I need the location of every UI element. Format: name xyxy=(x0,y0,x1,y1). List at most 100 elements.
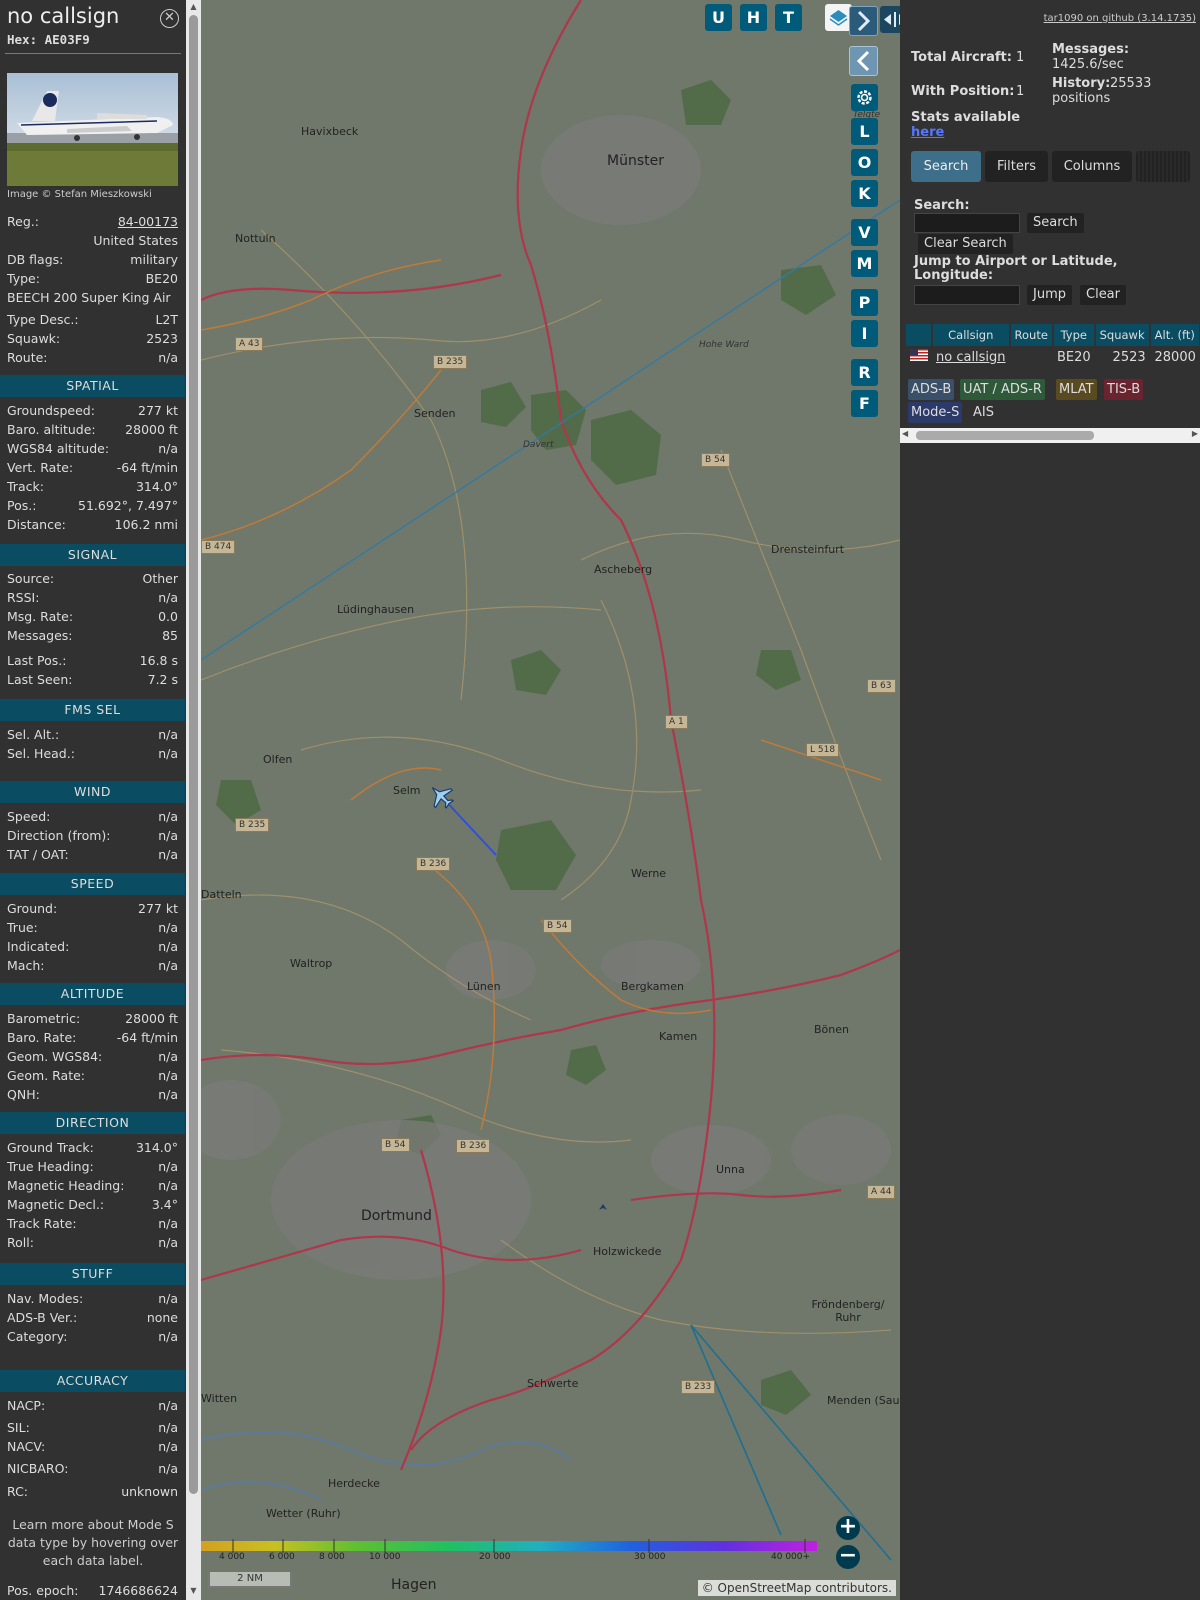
registration-link[interactable]: 84-00173 xyxy=(118,213,178,231)
data-label[interactable]: RC: xyxy=(7,1483,28,1501)
data-label[interactable]: Track Rate: xyxy=(7,1215,77,1233)
data-label[interactable]: Groundspeed: xyxy=(7,402,95,420)
map-key-l[interactable]: L xyxy=(851,118,878,145)
data-label[interactable]: Magnetic Heading: xyxy=(7,1177,124,1195)
chip-adsb[interactable]: ADS-B xyxy=(908,379,955,400)
settings-gear-icon[interactable] xyxy=(851,84,878,111)
chip-ais[interactable]: AIS xyxy=(970,402,997,423)
data-label[interactable]: NACV: xyxy=(7,1438,45,1456)
chip-tisb[interactable]: TIS-B xyxy=(1104,379,1144,400)
data-label[interactable]: Pos.: xyxy=(7,497,36,515)
tab-columns[interactable]: Columns xyxy=(1052,151,1132,182)
row-callsign[interactable]: no callsign xyxy=(932,346,1010,368)
close-icon[interactable]: ✕ xyxy=(160,9,179,28)
data-label[interactable]: Sel. Alt.: xyxy=(7,726,59,744)
col-flag[interactable] xyxy=(906,324,933,346)
map-key-t[interactable]: T xyxy=(775,4,802,31)
data-label[interactable]: TAT / OAT: xyxy=(7,846,69,864)
col-type[interactable]: Type xyxy=(1052,324,1096,346)
chip-modes[interactable]: Mode-S xyxy=(908,402,963,423)
data-label[interactable]: Magnetic Decl.: xyxy=(7,1196,104,1214)
map-key-m[interactable]: M xyxy=(851,250,878,277)
expand-horizontal-icon[interactable] xyxy=(880,6,900,33)
scroll-left-icon[interactable]: ◀ xyxy=(902,429,908,438)
table-row[interactable]: no callsign BE20 2523 28000 xyxy=(906,346,1200,368)
col-callsign[interactable]: Callsign xyxy=(932,324,1011,346)
data-label[interactable]: Geom. WGS84: xyxy=(7,1048,102,1066)
data-label[interactable]: Vert. Rate: xyxy=(7,459,73,477)
data-label[interactable]: Nav. Modes: xyxy=(7,1290,83,1308)
chip-uat[interactable]: UAT / ADS-R xyxy=(960,379,1045,400)
map-key-i[interactable]: I xyxy=(851,320,878,347)
layers-icon[interactable] xyxy=(825,4,852,31)
map-place-label: Hohe Ward xyxy=(699,340,749,350)
data-label[interactable]: QNH: xyxy=(7,1086,40,1104)
data-label[interactable]: Ground: xyxy=(7,900,57,918)
clear-search-button[interactable]: Clear Search xyxy=(918,234,1013,254)
map-key-f[interactable]: F xyxy=(851,390,878,417)
data-label[interactable]: Mach: xyxy=(7,957,44,975)
map-view[interactable]: Havixbeck Münster Nottuln Senden Ascheberg Dr… xyxy=(201,0,900,1600)
data-label[interactable]: Barometric: xyxy=(7,1010,80,1028)
data-label[interactable]: Distance: xyxy=(7,516,66,534)
data-label[interactable]: Sel. Head.: xyxy=(7,745,75,763)
scroll-up-icon[interactable]: ▲ xyxy=(188,2,199,14)
data-label[interactable]: Geom. Rate: xyxy=(7,1067,85,1085)
jump-button[interactable]: Jump xyxy=(1027,285,1072,305)
map-key-h[interactable]: H xyxy=(740,4,767,31)
chip-mlat[interactable]: MLAT xyxy=(1056,379,1097,400)
scroll-right-icon[interactable]: ▶ xyxy=(1192,429,1198,438)
map-key-p[interactable]: P xyxy=(851,289,878,316)
data-label[interactable]: Source: xyxy=(7,570,54,588)
tab-search[interactable]: Search xyxy=(911,151,981,182)
map-key-v[interactable]: V xyxy=(851,219,878,246)
data-label[interactable]: WGS84 altitude: xyxy=(7,440,109,458)
data-label[interactable]: True Heading: xyxy=(7,1158,94,1176)
data-label[interactable]: SIL: xyxy=(7,1419,30,1437)
data-label[interactable]: Baro. altitude: xyxy=(7,421,96,439)
col-squawk[interactable]: Squawk xyxy=(1094,324,1151,346)
data-label[interactable]: ADS-B Ver.: xyxy=(7,1309,77,1327)
tab-extra[interactable] xyxy=(1136,151,1190,182)
map-key-k[interactable]: K xyxy=(851,180,878,207)
data-label[interactable]: NICBARO: xyxy=(7,1460,68,1478)
github-link[interactable]: tar1090 on github (3.14.1735) xyxy=(1044,13,1196,24)
map-key-r[interactable]: R xyxy=(851,359,878,386)
scroll-down-icon[interactable]: ▼ xyxy=(188,1586,199,1598)
data-label[interactable]: True: xyxy=(7,919,38,937)
horizontal-scrollbar-thumb[interactable] xyxy=(916,431,1094,440)
data-label[interactable]: RSSI: xyxy=(7,589,39,607)
data-label[interactable]: NACP: xyxy=(7,1397,45,1415)
tab-filters[interactable]: Filters xyxy=(985,151,1048,182)
map-attribution[interactable]: © OpenStreetMap contributors. xyxy=(697,1580,896,1596)
stats-link[interactable]: here xyxy=(911,125,944,140)
chevron-right-icon[interactable] xyxy=(849,6,878,36)
table-horizontal-scrollbar[interactable]: ◀ ▶ xyxy=(900,428,1200,443)
sidebar-scrollbar-thumb[interactable] xyxy=(189,15,198,1494)
col-route[interactable]: Route xyxy=(1009,324,1054,346)
data-label[interactable]: Roll: xyxy=(7,1234,34,1252)
data-label[interactable]: Baro. Rate: xyxy=(7,1029,76,1047)
data-label[interactable]: Last Seen: xyxy=(7,671,72,689)
data-label[interactable]: Ground Track: xyxy=(7,1139,94,1157)
data-label[interactable]: Speed: xyxy=(7,808,50,826)
data-label[interactable]: Messages: xyxy=(7,627,73,645)
map-key-u[interactable]: U xyxy=(705,4,732,31)
data-label[interactable]: Indicated: xyxy=(7,938,69,956)
search-button[interactable]: Search xyxy=(1027,213,1084,233)
search-input[interactable] xyxy=(914,213,1020,233)
zoom-in-button[interactable]: + xyxy=(836,1516,860,1540)
col-altitude[interactable]: Alt. (ft) xyxy=(1149,324,1200,346)
zoom-out-button[interactable]: − xyxy=(836,1545,860,1569)
map-place-label: Senden xyxy=(414,407,456,420)
jump-input[interactable] xyxy=(914,285,1020,305)
clear-button[interactable]: Clear xyxy=(1080,285,1126,305)
data-label[interactable]: Track: xyxy=(7,478,44,496)
map-key-o[interactable]: O xyxy=(851,149,878,176)
data-label[interactable]: Direction (from): xyxy=(7,827,111,845)
data-label[interactable]: Last Pos.: xyxy=(7,652,66,670)
aircraft-photo[interactable] xyxy=(7,73,178,186)
data-label[interactable]: Category: xyxy=(7,1328,67,1346)
chevron-left-icon[interactable] xyxy=(849,46,878,76)
data-label[interactable]: Msg. Rate: xyxy=(7,608,73,626)
